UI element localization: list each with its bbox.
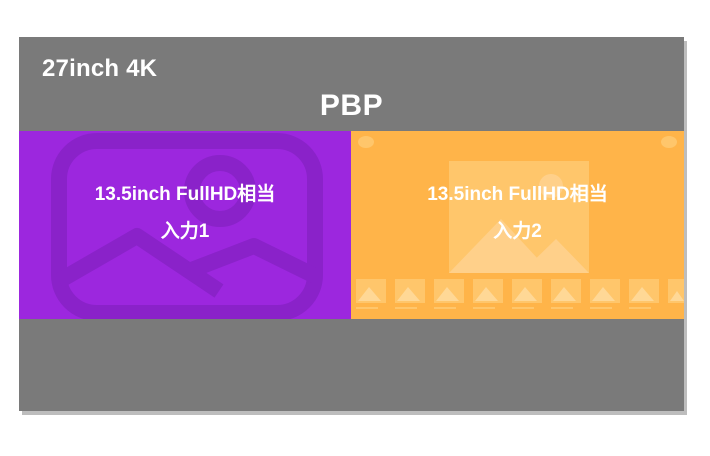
pane-size-label: 13.5inch FullHD相当 — [427, 184, 608, 205]
pane-input-label: 入力2 — [493, 221, 542, 242]
pane-input-1: 13.5inch FullHD相当 入力1 — [19, 131, 351, 319]
pane-input-label: 入力1 — [160, 221, 210, 242]
pane-size-label: 13.5inch FullHD相当 — [94, 184, 276, 205]
monitor-size-label: 27inch 4K — [42, 55, 158, 82]
pane-input-2: 13.5inch FullHD相当 入力2 — [351, 131, 684, 319]
mode-title: PBP — [319, 89, 384, 122]
monitor-display: 27inch 4K PBP 13.5inch FullHD相当 入力1 13.5… — [19, 37, 684, 411]
